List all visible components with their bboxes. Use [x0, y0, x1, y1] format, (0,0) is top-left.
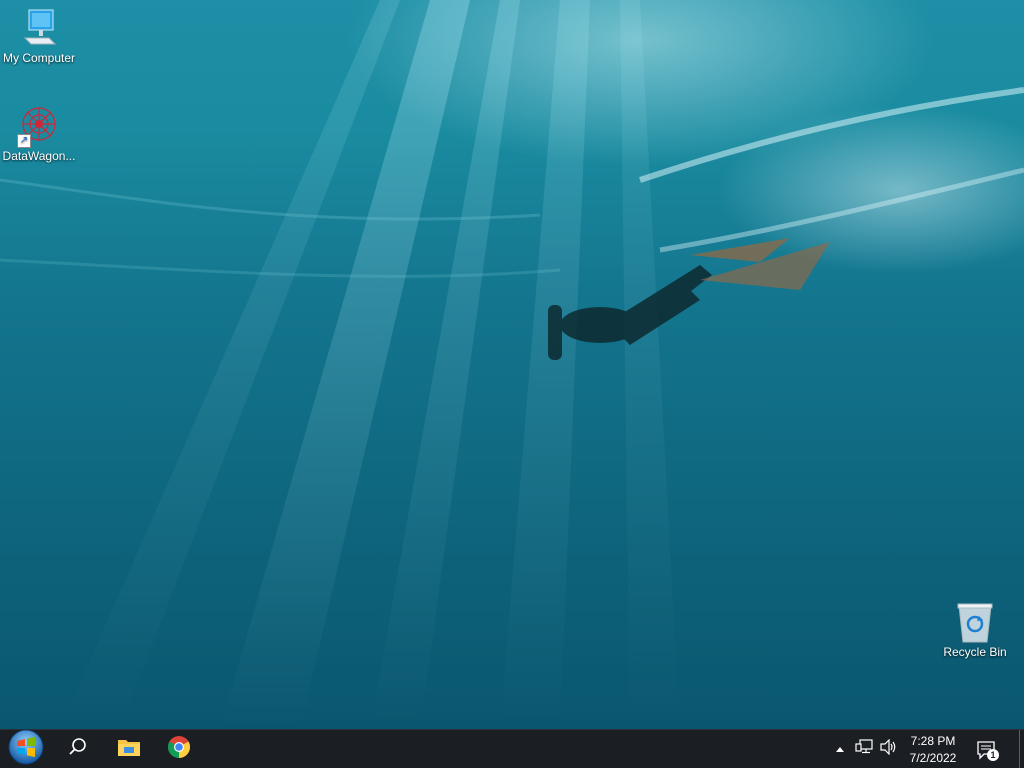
search-icon — [68, 737, 88, 762]
chevron-up-icon — [835, 741, 845, 759]
system-clock[interactable]: 7:28 PM 7/2/2022 — [904, 730, 962, 768]
windows-start-icon — [8, 729, 44, 768]
desktop-icon-my-computer[interactable]: My Computer — [0, 8, 78, 66]
action-center-button[interactable]: 1 — [970, 730, 1004, 768]
volume-control[interactable] — [876, 730, 902, 768]
notification-count-badge: 1 — [987, 748, 999, 761]
file-explorer-icon — [117, 736, 141, 763]
taskbar-file-explorer[interactable] — [106, 730, 152, 768]
desktop-icon-label: Recycle Bin — [943, 645, 1007, 659]
desktop-icon-datawagon[interactable]: ↗ DataWagon... — [0, 106, 78, 164]
desktop-icon-label: My Computer — [2, 51, 76, 65]
network-icon — [855, 739, 873, 760]
clock-time: 7:28 PM — [910, 733, 956, 748]
desktop-icon-recycle-bin[interactable]: Recycle Bin — [936, 602, 1014, 660]
wallpaper — [0, 0, 1024, 729]
desktop[interactable]: My Computer ↗ DataWagon... Recycle Bin — [0, 0, 1024, 729]
taskbar-chrome[interactable] — [156, 730, 202, 768]
show-desktop-button[interactable] — [1014, 730, 1024, 768]
clock-date: 7/2/2022 — [909, 750, 957, 765]
taskbar: 7:28 PM 7/2/2022 1 — [0, 729, 1024, 768]
start-button[interactable] — [4, 729, 48, 768]
network-status[interactable] — [852, 730, 876, 768]
tray-overflow-button[interactable] — [830, 730, 850, 768]
desktop-icon-label: DataWagon... — [2, 149, 76, 163]
computer-icon — [19, 8, 59, 48]
recycle-bin-icon — [955, 602, 995, 643]
notification-icon: 1 — [976, 739, 999, 761]
volume-icon — [879, 738, 899, 760]
search-button[interactable] — [56, 730, 100, 768]
datawagon-icon: ↗ — [17, 106, 59, 148]
shortcut-arrow-icon: ↗ — [17, 134, 31, 148]
chrome-icon — [167, 735, 191, 764]
show-desktop-divider — [1018, 730, 1020, 768]
